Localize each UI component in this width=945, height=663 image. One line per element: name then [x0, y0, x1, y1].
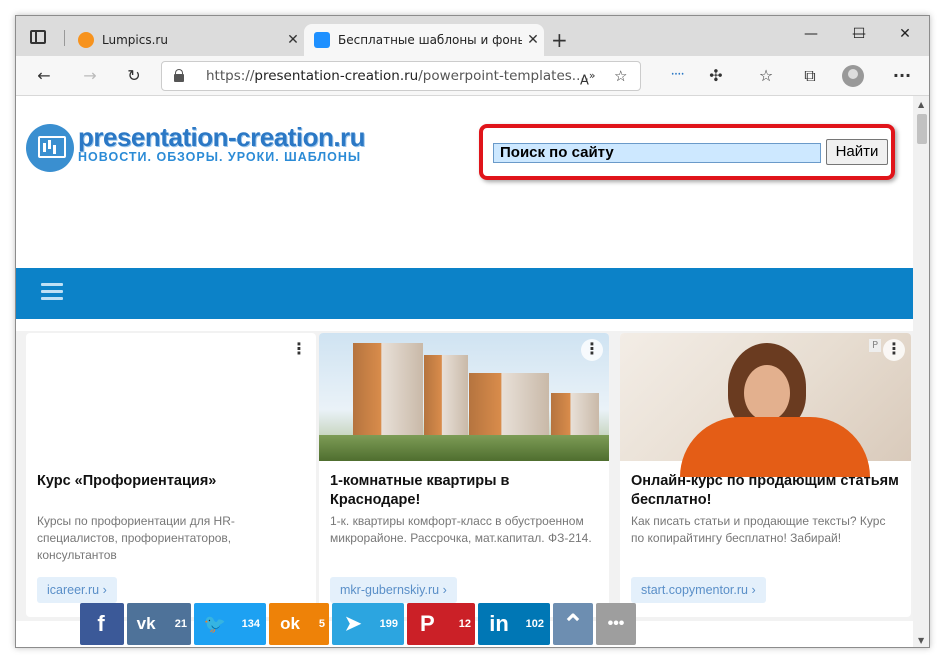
linkedin-icon: in	[489, 611, 509, 636]
nav-bar	[16, 268, 913, 319]
ad-menu-icon[interactable]: ⋮	[581, 339, 603, 361]
tab-lumpics[interactable]: Lumpics.ru ✕	[68, 24, 304, 56]
pinterest-share-button[interactable]: P 12	[407, 603, 475, 645]
ad-description: Как писать статьи и продающие тексты? Ку…	[631, 514, 886, 545]
trees	[319, 435, 609, 461]
minimize-btn[interactable]: —	[796, 26, 826, 42]
tab-close-icon[interactable]: ✕	[282, 32, 304, 48]
face	[744, 365, 790, 421]
forward-icon[interactable]: →	[78, 64, 102, 88]
ad-source-link[interactable]: start.copymentor.ru ›	[631, 577, 766, 603]
collections-icon[interactable]: ⧉	[798, 64, 822, 88]
scroll-thumb[interactable]	[917, 114, 927, 144]
odnoklassniki-share-button[interactable]: ok 5	[269, 603, 329, 645]
ad-title[interactable]: Курс «Профориентация»	[37, 472, 307, 491]
facebook-share-button[interactable]: f	[80, 603, 124, 645]
more-dots-icon: •••	[607, 615, 625, 632]
search-highlight: Поиск по сайту Найти	[479, 124, 895, 180]
ad-description: 1-к. квартиры комфорт-класс в обустроенн…	[330, 514, 592, 545]
share-bar: f vk 21 🐦 134 ok 5 ➤ 199 P 12 in 102 ⌃ •••	[80, 603, 636, 645]
more-icon[interactable]: ···	[890, 64, 914, 88]
building-shape	[469, 373, 549, 443]
search-button[interactable]: Найти	[826, 139, 888, 165]
vk-icon: vk	[136, 614, 156, 633]
close-window-btn[interactable]: ✕	[890, 26, 920, 42]
tab-close-icon[interactable]: ✕	[522, 32, 544, 48]
twitter-icon: 🐦	[203, 614, 227, 634]
building-shape	[424, 355, 468, 443]
new-tab-button[interactable]: +	[551, 28, 568, 52]
ad-card[interactable]: ⋮ Курс «Профориентация» Курсы по профори…	[26, 333, 316, 617]
site-logo-icon[interactable]	[26, 124, 74, 172]
maximize-btn[interactable]: ☐	[844, 26, 874, 42]
site-tagline: НОВОСТИ. ОБЗОРЫ. УРОКИ. ШАБЛОНЫ	[78, 150, 362, 164]
search-input[interactable]: Поиск по сайту	[493, 143, 821, 163]
building-shape	[353, 343, 423, 443]
ad-source-link[interactable]: mkr-gubernskiy.ru ›	[330, 577, 457, 603]
web-page: presentation-creation.ru НОВОСТИ. ОБЗОРЫ…	[16, 96, 913, 647]
ad-card[interactable]: Р ⋮ Онлайн-курс по продающим статьям бес…	[620, 333, 911, 617]
url-text: https://presentation-creation.ru/powerpo…	[206, 68, 589, 84]
ad-title[interactable]: Онлайн-курс по продающим статьям бесплат…	[631, 472, 901, 510]
refresh-icon[interactable]: ↻	[122, 64, 146, 88]
share-count: 199	[379, 618, 398, 630]
double-chevron-up-icon: ⌃	[562, 609, 584, 639]
back-icon[interactable]: ←	[32, 64, 56, 88]
ad-card[interactable]: ⋮ 1-комнатные квартиры в Краснодаре! 1-к…	[319, 333, 609, 617]
lock-icon[interactable]	[174, 69, 184, 82]
scroll-down-icon[interactable]: ▼	[918, 636, 924, 645]
address-toolbar: ← → ↻ https://presentation-creation.ru/p…	[16, 56, 929, 96]
building-image[interactable]	[319, 333, 609, 461]
vk-share-button[interactable]: vk 21	[127, 603, 191, 645]
ad-menu-icon[interactable]: ⋮	[288, 339, 310, 361]
ad-description: Курсы по профориентации для HR-специалис…	[37, 514, 235, 562]
puzzle-icon[interactable]: ✣	[704, 64, 728, 88]
woman-image[interactable]	[620, 333, 911, 477]
ad-source-link[interactable]: icareer.ru ›	[37, 577, 117, 603]
tab-presentation-creation[interactable]: Бесплатные шаблоны и фоны д ✕	[304, 24, 544, 56]
ad-menu-icon[interactable]: ⋮	[883, 339, 905, 361]
page-scrollbar[interactable]: ▲ ▼	[913, 96, 929, 647]
sweater	[680, 417, 870, 477]
linkedin-share-button[interactable]: in 102	[478, 603, 550, 645]
more-share-button[interactable]: •••	[596, 603, 636, 645]
title-bar: Lumpics.ru ✕ Бесплатные шаблоны и фоны д…	[16, 16, 929, 56]
presentation-favicon-icon	[314, 32, 330, 48]
read-aloud-icon[interactable]: A»	[580, 62, 596, 95]
extension-icon[interactable]: ᠁	[664, 64, 688, 88]
twitter-share-button[interactable]: 🐦 134	[194, 603, 266, 645]
tab-title: Бесплатные шаблоны и фоны д	[338, 33, 522, 47]
share-count: 102	[525, 618, 544, 630]
ad-title[interactable]: 1-комнатные квартиры в Краснодаре!	[330, 472, 600, 510]
menu-icon[interactable]	[41, 283, 63, 301]
share-count: 134	[241, 618, 260, 630]
address-bar[interactable]: https://presentation-creation.ru/powerpo…	[161, 61, 641, 91]
scroll-top-button[interactable]: ⌃	[553, 603, 593, 645]
favorites-icon[interactable]: ☆	[754, 64, 778, 88]
share-count: 12	[458, 618, 471, 630]
ad-block: ⋮ Курс «Профориентация» Курсы по профори…	[16, 331, 913, 621]
telegram-share-button[interactable]: ➤ 199	[332, 603, 404, 645]
tab-actions-icon[interactable]	[30, 30, 46, 44]
share-count: 5	[318, 618, 325, 630]
facebook-icon: f	[97, 611, 105, 636]
profile-icon[interactable]	[842, 65, 864, 87]
divider	[64, 30, 65, 46]
site-title[interactable]: presentation-creation.ru	[78, 122, 366, 153]
browser-window: Lumpics.ru ✕ Бесплатные шаблоны и фоны д…	[15, 15, 930, 648]
ad-badge: Р	[868, 339, 881, 352]
telegram-icon: ➤	[344, 613, 362, 635]
share-count: 21	[174, 618, 187, 630]
tab-title: Lumpics.ru	[102, 33, 168, 47]
lumpics-favicon-icon	[78, 32, 94, 48]
favorite-add-icon[interactable]: ☆	[614, 62, 627, 90]
pinterest-icon: P	[420, 611, 435, 636]
odnoklassniki-icon: ok	[280, 614, 300, 633]
scroll-up-icon[interactable]: ▲	[918, 100, 924, 109]
